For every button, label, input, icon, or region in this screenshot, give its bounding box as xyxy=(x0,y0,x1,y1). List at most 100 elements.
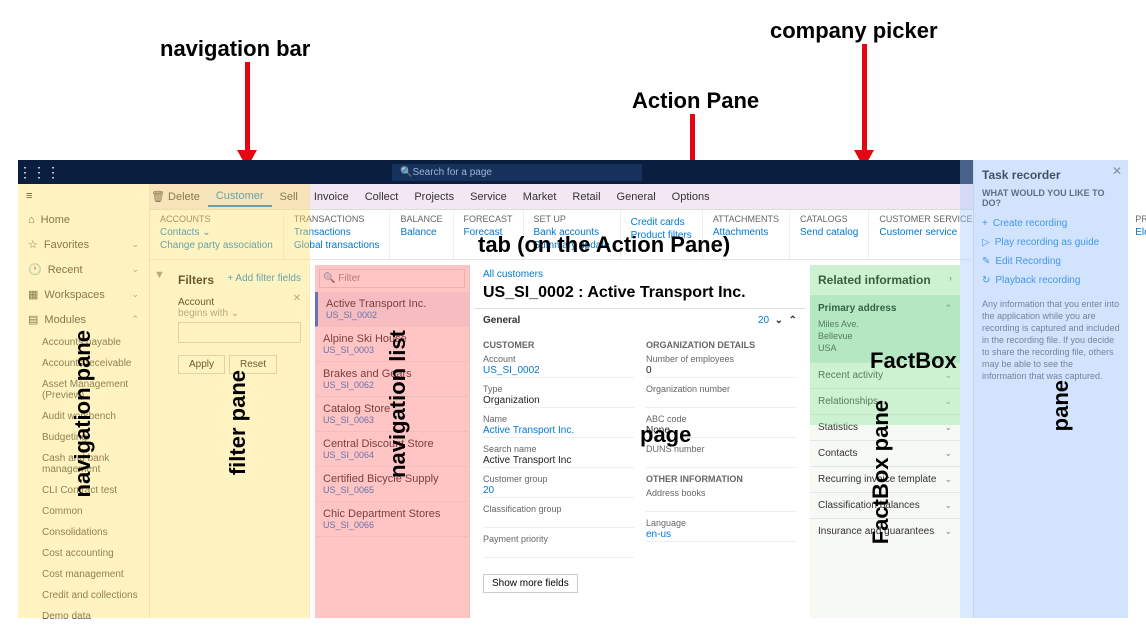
field-lang[interactable]: en-us xyxy=(646,528,797,542)
nav-module-item[interactable]: Consolidations xyxy=(18,522,149,543)
show-more-fields[interactable]: Show more fields xyxy=(483,574,578,593)
action-link[interactable]: Bank accounts xyxy=(534,226,610,239)
action-link[interactable]: Attachments xyxy=(713,226,779,239)
factbox-title: Related information› xyxy=(810,265,960,295)
factbox-section[interactable]: Relationships⌄ xyxy=(810,388,960,414)
field-group[interactable]: 20 xyxy=(483,484,634,498)
filter-title: Filters xyxy=(178,273,214,287)
task-question: WHAT WOULD YOU LIKE TO DO? xyxy=(982,188,1120,208)
field-duns[interactable] xyxy=(646,454,797,468)
factbox-section[interactable]: Recent activity⌄ xyxy=(810,362,960,388)
nav-module-item[interactable]: Accounts receivable xyxy=(18,353,149,374)
list-item[interactable]: Chic Department StoresUS_SI_0066 xyxy=(315,502,469,537)
waffle-icon[interactable]: ⋮⋮⋮ xyxy=(18,164,42,181)
list-item[interactable]: Certified Bicycle SupplyUS_SI_0065 xyxy=(315,467,469,502)
close-icon[interactable]: ✕ xyxy=(1112,164,1122,178)
field-orgnum[interactable] xyxy=(646,394,797,408)
field-emp[interactable]: 0 xyxy=(646,364,797,378)
nav-module-item[interactable]: Accounts payable xyxy=(18,332,149,353)
nav-recent[interactable]: 🕐 Recent⌄ xyxy=(18,257,149,282)
funnel-icon[interactable]: ▼ xyxy=(150,265,168,285)
navigation-bar: ⋮⋮⋮ 🔍 Search for a page USSI 🔔 ⚙ ? 👤 xyxy=(18,160,1128,184)
search-placeholder: Search for a page xyxy=(412,167,492,178)
action-link[interactable]: Contacts ⌄ xyxy=(160,226,273,239)
nav-module-item[interactable]: Cost accounting xyxy=(18,543,149,564)
nav-module-item[interactable]: Asset Management (Preview) xyxy=(18,374,149,406)
list-item[interactable]: Brakes and GearsUS_SI_0062 xyxy=(315,362,469,397)
annotation-company-picker: company picker xyxy=(770,18,938,44)
customer-tab[interactable]: Customer xyxy=(208,187,272,207)
options-tab[interactable]: Options xyxy=(664,188,718,206)
field-account[interactable]: US_SI_0002 xyxy=(483,364,634,378)
nav-module-item[interactable]: Credit and collections xyxy=(18,585,149,606)
action-link[interactable]: Product filters xyxy=(631,229,692,242)
annotation-action-pane: Action Pane xyxy=(632,88,759,114)
list-item[interactable]: Catalog StoreUS_SI_0063 xyxy=(315,397,469,432)
market-tab[interactable]: Market xyxy=(515,188,565,206)
filter-clear-icon[interactable]: ✕ xyxy=(293,293,301,304)
task-link[interactable]: ✎Edit Recording xyxy=(982,252,1120,271)
field-class[interactable] xyxy=(483,514,634,528)
section-org: ORGANIZATION DETAILS xyxy=(646,340,797,350)
filter-apply[interactable]: Apply xyxy=(178,355,225,374)
action-link[interactable]: Balance xyxy=(400,226,442,239)
list-filter[interactable]: 🔍 Filter xyxy=(319,269,465,288)
factbox-section[interactable]: Contacts⌄ xyxy=(810,440,960,466)
factbox-section[interactable]: Statistics⌄ xyxy=(810,414,960,440)
action-link[interactable]: Transactions xyxy=(294,226,380,239)
field-abc[interactable]: None xyxy=(646,424,797,438)
task-recorder-pane: ✕ Task recorder WHAT WOULD YOU LIKE TO D… xyxy=(973,160,1128,618)
breadcrumb[interactable]: All customers xyxy=(475,265,805,284)
fasttab-general[interactable]: General 20 ⌄ ⌃ xyxy=(475,308,805,332)
action-link[interactable]: Electronic document properties xyxy=(1135,226,1146,239)
action-link[interactable]: Forecast xyxy=(464,226,513,239)
list-item[interactable]: Central Discount StoreUS_SI_0064 xyxy=(315,432,469,467)
nav-module-item[interactable]: Demo data xyxy=(18,606,149,627)
factbox-primary-address[interactable]: Primary address⌃ Miles Ave.BellevueUSA xyxy=(810,295,960,362)
filter-op[interactable]: begins with ⌄ xyxy=(178,308,301,319)
factbox-section[interactable]: Classification balances⌄ xyxy=(810,492,960,518)
field-search[interactable]: Active Transport Inc xyxy=(483,454,634,468)
nav-workspaces[interactable]: ▦ Workspaces⌄ xyxy=(18,282,149,307)
nav-module-item[interactable]: Audit workbench xyxy=(18,406,149,427)
list-item[interactable]: Alpine Ski HouseUS_SI_0003 xyxy=(315,327,469,362)
general-tab[interactable]: General xyxy=(609,188,664,206)
service-tab[interactable]: Service xyxy=(462,188,515,206)
collect-tab[interactable]: Collect xyxy=(357,188,407,206)
section-other: OTHER INFORMATION xyxy=(646,474,797,484)
nav-modules[interactable]: ▤ Modules⌃ xyxy=(18,307,149,332)
field-type[interactable]: Organization xyxy=(483,394,634,408)
nav-favorites[interactable]: ☆ Favorites⌄ xyxy=(18,232,149,257)
field-name[interactable]: Active Transport Inc. xyxy=(483,424,634,438)
action-link[interactable]: Credit cards xyxy=(631,216,692,229)
factbox-section[interactable]: Recurring invoice template⌄ xyxy=(810,466,960,492)
projects-tab[interactable]: Projects xyxy=(406,188,462,206)
nav-module-item[interactable]: Common xyxy=(18,501,149,522)
action-link[interactable]: Send catalog xyxy=(800,226,858,239)
nav-module-item[interactable]: CLI Contract test xyxy=(18,480,149,501)
filter-reset[interactable]: Reset xyxy=(229,355,277,374)
nav-module-item[interactable]: Cash and bank management xyxy=(18,448,149,480)
action-link[interactable]: Customer service xyxy=(879,226,972,239)
search-box[interactable]: 🔍 Search for a page xyxy=(392,164,642,181)
task-link[interactable]: ↻Playback recording xyxy=(982,271,1120,290)
add-filter-fields[interactable]: + Add filter fields xyxy=(227,273,301,287)
nav-module-item[interactable]: Cost management xyxy=(18,564,149,585)
action-link[interactable]: Change party association xyxy=(160,239,273,252)
task-link[interactable]: +Create recording xyxy=(982,214,1120,233)
field-priority[interactable] xyxy=(483,544,634,558)
list-item[interactable]: Active Transport Inc.US_SI_0002 xyxy=(315,292,469,327)
task-link[interactable]: ▷Play recording as guide xyxy=(982,233,1120,252)
factbox-section[interactable]: Insurance and guarantees⌄ xyxy=(810,518,960,544)
filter-input[interactable] xyxy=(178,322,301,343)
action-link[interactable]: Summary update xyxy=(534,239,610,252)
sell-tab[interactable]: Sell xyxy=(272,188,306,206)
nav-home[interactable]: ⌂ Home xyxy=(18,208,149,232)
retail-tab[interactable]: Retail xyxy=(564,188,608,206)
nav-module-item[interactable]: Budgeting xyxy=(18,427,149,448)
delete-button[interactable]: 🗑 Delete xyxy=(143,187,208,206)
nav-hamburger[interactable]: ≡ xyxy=(18,184,149,208)
action-link[interactable]: Global transactions xyxy=(294,239,380,252)
field-addr[interactable] xyxy=(646,498,797,512)
invoice-tab[interactable]: Invoice xyxy=(306,188,357,206)
